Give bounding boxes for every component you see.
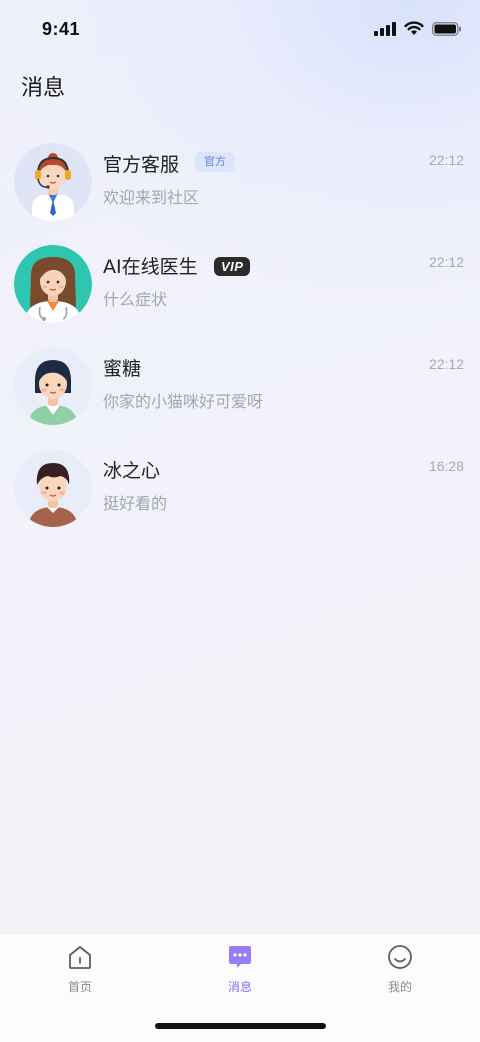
conversation-name: 官方客服 xyxy=(103,154,180,176)
conversation-item[interactable]: AI在线医生 VIP 什么症状 22:12 xyxy=(0,242,480,344)
battery-icon xyxy=(432,21,461,36)
conversation-item[interactable]: 蜜糖 你家的小猫咪好可爱呀 22:12 xyxy=(0,344,480,446)
page-title: 消息 xyxy=(21,76,66,101)
boy-avatar xyxy=(14,449,92,527)
profile-icon xyxy=(388,945,412,969)
tab-messages[interactable]: 消息 xyxy=(200,942,280,995)
tab-home[interactable]: 首页 xyxy=(40,942,120,995)
status-time: 9:41 xyxy=(42,19,81,39)
conversation-last-message: 欢迎来到社区 xyxy=(103,188,200,207)
status-bar: 9:41 xyxy=(0,0,480,62)
conversation-last-message: 你家的小猫咪好可爱呀 xyxy=(103,392,264,411)
vip-badge: VIP xyxy=(214,257,251,276)
official-badge: 官方 xyxy=(195,152,235,172)
customer-service-avatar xyxy=(14,143,92,221)
conversation-time: 16:28 xyxy=(428,458,464,474)
wifi-icon xyxy=(404,21,424,35)
tab-home-label: 首页 xyxy=(67,980,92,994)
tab-messages-label: 消息 xyxy=(227,980,252,994)
cellular-signal-icon xyxy=(374,21,396,36)
conversation-time: 22:12 xyxy=(428,152,464,168)
conversation-time: 22:12 xyxy=(428,254,464,270)
home-indicator xyxy=(155,1023,326,1029)
girl-avatar xyxy=(14,347,92,425)
conversation-last-message: 什么症状 xyxy=(103,290,168,309)
conversation-name: 冰之心 xyxy=(103,460,161,482)
conversation-last-message: 挺好看的 xyxy=(103,494,168,513)
conversation-name: AI在线医生 xyxy=(103,256,198,278)
conversation-time: 22:12 xyxy=(428,356,464,372)
doctor-avatar xyxy=(14,245,92,323)
message-icon xyxy=(229,946,251,968)
status-icons xyxy=(374,21,462,36)
conversation-name: 蜜糖 xyxy=(103,358,142,380)
conversation-item[interactable]: 官方客服 官方 欢迎来到社区 22:12 xyxy=(0,140,480,242)
tab-profile[interactable]: 我的 xyxy=(360,942,440,995)
conversation-item[interactable]: 冰之心 挺好看的 16:28 xyxy=(0,446,480,548)
conversation-list: 官方客服 官方 欢迎来到社区 22:12 AI在线医生 VIP 什么症状 22:… xyxy=(0,140,480,548)
tab-profile-label: 我的 xyxy=(387,980,412,994)
home-icon xyxy=(69,946,91,969)
